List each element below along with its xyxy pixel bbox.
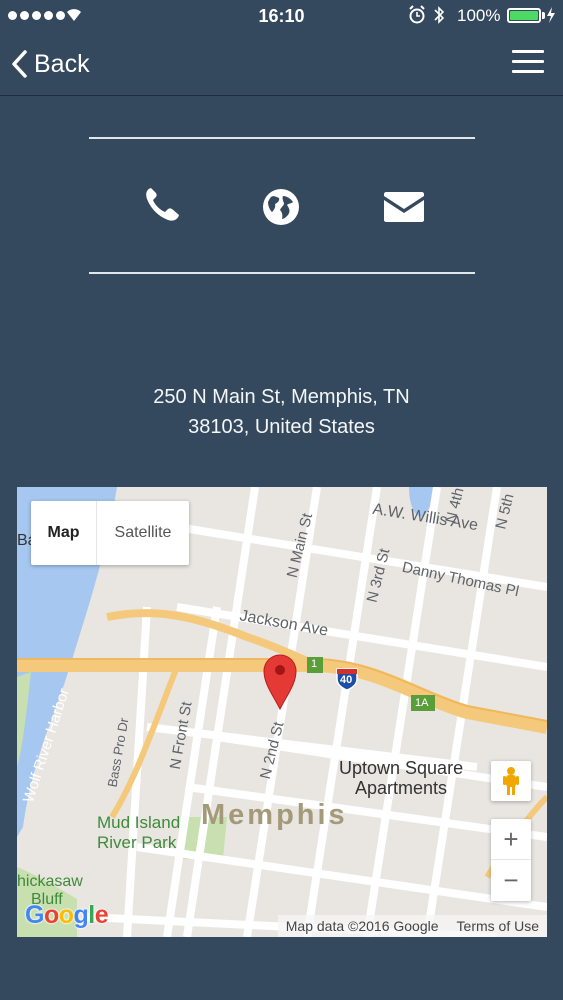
google-logo: Google: [25, 901, 109, 929]
zoom-out-button[interactable]: −: [491, 860, 531, 901]
status-bar: 16:10 100%: [0, 0, 563, 32]
divider-bottom: [89, 272, 475, 274]
map-tab-satellite[interactable]: Satellite: [97, 501, 189, 565]
globe-icon[interactable]: [262, 188, 300, 226]
highway-shield-1: 1: [311, 658, 318, 670]
street-view-pegman-icon[interactable]: [491, 761, 531, 801]
map-view[interactable]: Memphis Mud Island River Park Wolf River…: [17, 487, 547, 937]
map-tab-map[interactable]: Map: [31, 501, 97, 565]
highway-shield-40: 40: [340, 674, 353, 686]
battery-nub: [542, 12, 545, 19]
pegman-icon: [503, 767, 519, 795]
mail-icon[interactable]: [382, 190, 426, 224]
charging-icon: [547, 7, 555, 23]
address: 250 N Main St, Memphis, TN 38103, United…: [0, 382, 563, 442]
map-label-apartments: Uptown Square Apartments: [339, 758, 464, 798]
address-line-2: 38103, United States: [188, 416, 375, 438]
back-button[interactable]: Back: [10, 47, 90, 81]
zoom-control: + −: [491, 819, 531, 901]
divider-top: [89, 137, 475, 139]
map-data-credit: Map data ©2016 Google: [285, 918, 439, 934]
map-type-control: Map Satellite: [31, 501, 189, 565]
battery-icon: [507, 8, 541, 23]
navigation-bar: Back: [0, 32, 563, 96]
terms-of-use-link[interactable]: Terms of Use: [457, 918, 539, 934]
map-label-city: Memphis: [201, 799, 348, 831]
address-line-1: 250 N Main St, Memphis, TN: [153, 386, 410, 408]
hamburger-menu-icon[interactable]: [512, 50, 546, 78]
map-attribution: Map data ©2016 Google Terms of Use: [277, 915, 547, 937]
battery-percent: 100%: [457, 6, 501, 25]
alarm-icon: [409, 5, 425, 24]
back-label: Back: [34, 49, 90, 78]
map-pin-icon: [263, 654, 297, 711]
bluetooth-icon: [434, 6, 445, 24]
zoom-in-button[interactable]: +: [491, 819, 531, 860]
highway-shield-1a: 1A: [415, 697, 429, 709]
map-label-park: Mud Island River Park: [97, 813, 181, 852]
chevron-left-icon: [12, 50, 27, 78]
phone-icon[interactable]: [143, 186, 181, 222]
